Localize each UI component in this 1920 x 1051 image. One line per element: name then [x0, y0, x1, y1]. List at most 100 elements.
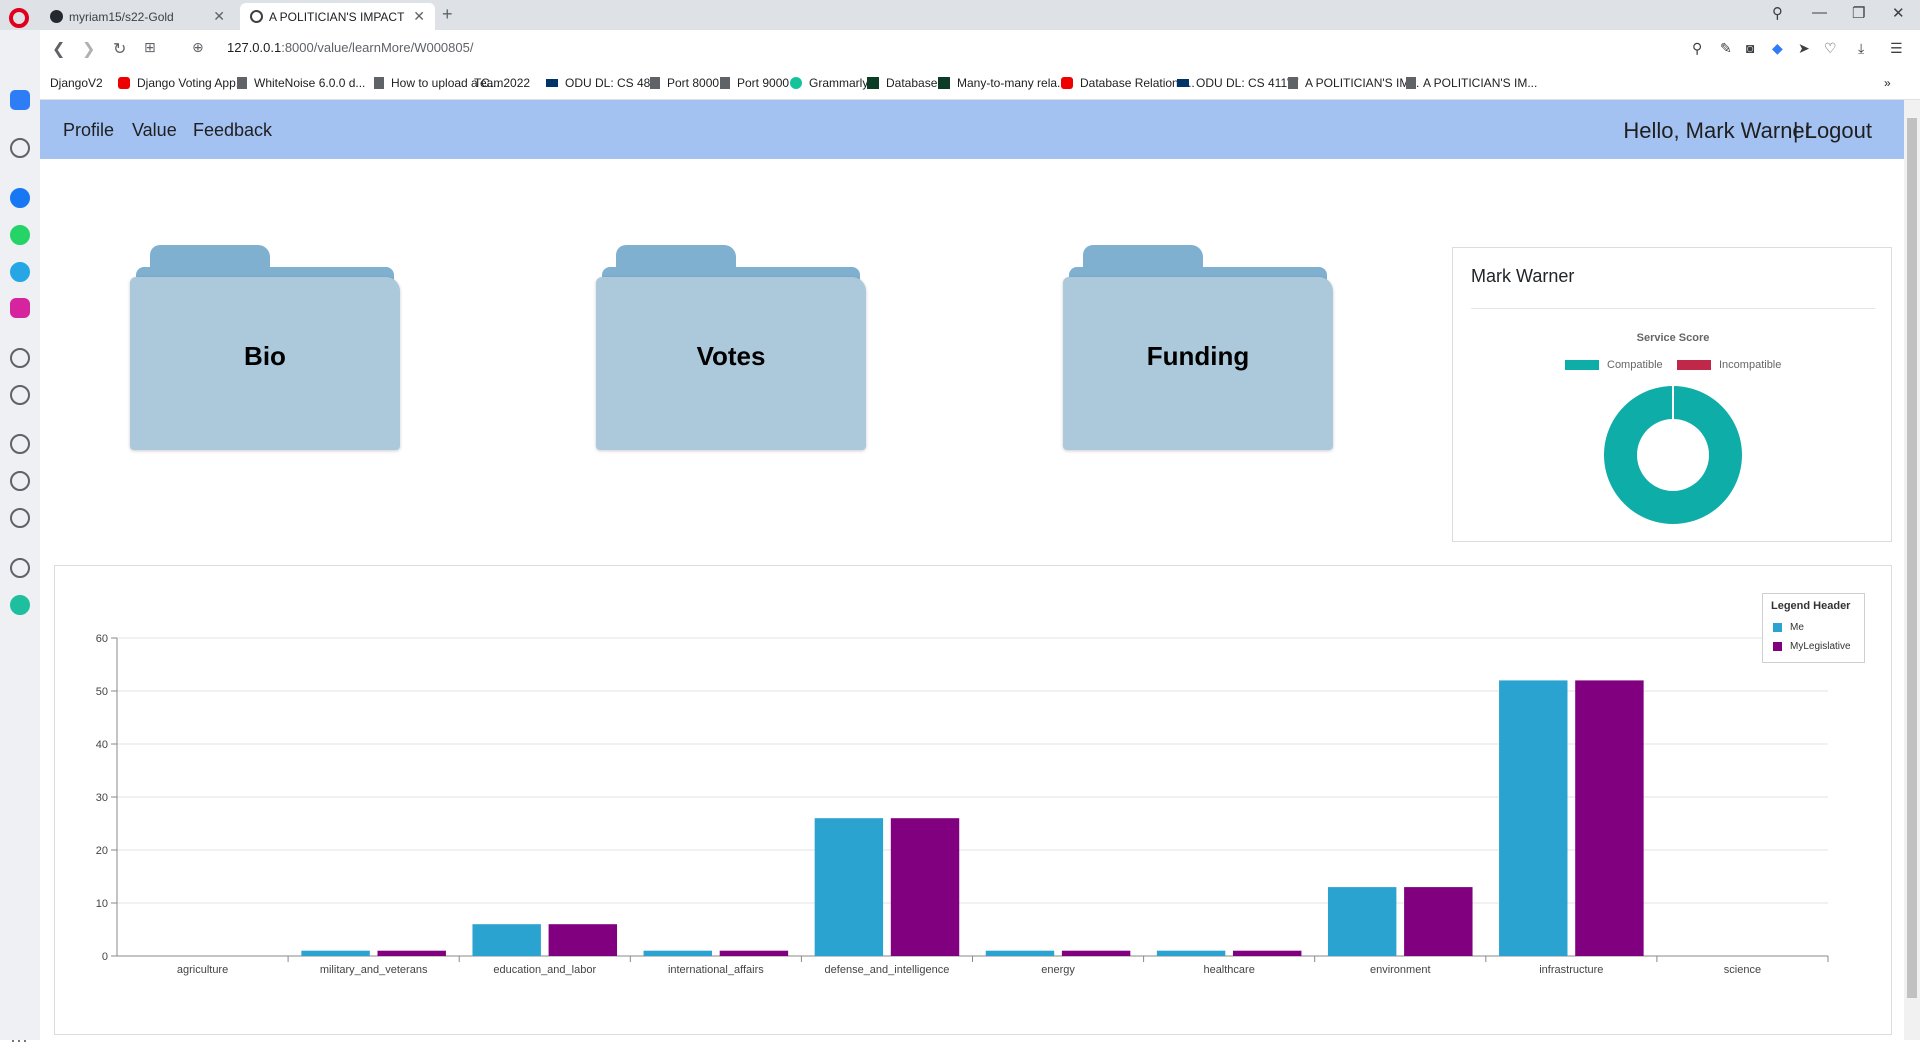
messenger-icon[interactable]: [10, 188, 30, 208]
bar-me-international_affairs[interactable]: [643, 950, 713, 956]
bar-mylegislative-infrastructure[interactable]: [1575, 680, 1644, 956]
bookmark-item[interactable]: Database Relations...: [1061, 76, 1195, 90]
bar-me-environment[interactable]: [1327, 887, 1397, 956]
x-tick-label: infrastructure: [1539, 964, 1603, 976]
doc-icon: [1406, 77, 1416, 89]
telegram-icon[interactable]: [10, 262, 30, 282]
forward-icon[interactable]: ❯: [82, 39, 95, 59]
bookmark-item[interactable]: Port 9000: [720, 76, 789, 90]
camera-icon[interactable]: ◙: [1746, 40, 1754, 56]
bookmark-item[interactable]: A POLITICIAN'S IM...: [1288, 76, 1419, 90]
legend-item-me[interactable]: Me: [1773, 622, 1804, 633]
legend-label: MyLegislative: [1790, 641, 1851, 652]
back-icon[interactable]: ❮: [52, 39, 65, 59]
browser-tab-github[interactable]: myriam15/s22-Gold ✕: [40, 3, 235, 30]
bar-me-defense_and_intelligence[interactable]: [814, 818, 884, 956]
close-tab-icon[interactable]: ✕: [213, 8, 225, 25]
browser-tab-active[interactable]: A POLITICIAN'S IMPACT ✕: [240, 3, 435, 30]
bookmark-item[interactable]: WhiteNoise 6.0.0 d...: [237, 76, 365, 90]
bookmark-item[interactable]: Port 8000: [650, 76, 719, 90]
votes-folder[interactable]: Votes: [596, 245, 866, 450]
bookmark-item[interactable]: DjangoV2: [50, 76, 103, 233]
bar-mylegislative-military_and_veterans[interactable]: [377, 950, 446, 956]
whatsapp-icon[interactable]: [10, 225, 30, 245]
url-host: 127.0.0.1: [227, 40, 282, 55]
heart-icon[interactable]: [10, 434, 30, 454]
bar-me-military_and_veterans[interactable]: [301, 950, 370, 956]
service-score-card: Mark Warner Service Score Compatible Inc…: [1452, 247, 1892, 542]
bookmark-item[interactable]: ODU DL: CS 480: [546, 76, 657, 90]
scrollbar-thumb[interactable]: [1907, 118, 1917, 998]
bookmark-item[interactable]: Many-to-many rela...: [938, 76, 1067, 90]
bar-mylegislative-education_and_labor[interactable]: [548, 924, 618, 956]
folder-label: Votes: [696, 341, 766, 371]
opera-logo-icon[interactable]: [9, 8, 29, 28]
tab-title: myriam15/s22-Gold: [69, 9, 174, 24]
search-icon[interactable]: ⚲: [1692, 40, 1702, 57]
legend-incompatible[interactable]: Incompatible: [1677, 359, 1781, 371]
legend-label: Compatible: [1607, 359, 1663, 371]
search-tabs-icon[interactable]: ⚲: [1772, 4, 1783, 22]
bar-me-energy[interactable]: [985, 950, 1055, 956]
bookmark-label: ODU DL: CS 480: [565, 76, 658, 90]
y-tick-label: 0: [102, 951, 108, 963]
minimize-icon[interactable]: —: [1812, 4, 1827, 21]
instagram-icon[interactable]: [10, 298, 30, 318]
url-field[interactable]: 127.0.0.1:8000/value/learnMore/W000805/: [227, 40, 473, 55]
yt-icon: [1061, 77, 1073, 89]
bookmark-item[interactable]: Django Voting App...: [118, 76, 246, 90]
legend-swatch: [1773, 642, 1782, 651]
bar-me-healthcare[interactable]: [1156, 950, 1226, 956]
browser-sidebar: ···: [0, 30, 40, 1050]
send-icon[interactable]: [10, 385, 30, 405]
logout-link[interactable]: | Logout: [1793, 118, 1872, 144]
nav-feedback-link[interactable]: Feedback: [193, 120, 272, 141]
close-window-icon[interactable]: ✕: [1892, 4, 1905, 22]
bar-mylegislative-defense_and_intelligence[interactable]: [890, 818, 960, 956]
edit-icon[interactable]: ✎: [1720, 40, 1732, 57]
bar-me-infrastructure[interactable]: [1499, 680, 1568, 956]
bar-mylegislative-international_affairs[interactable]: [719, 950, 789, 956]
page-scrollbar[interactable]: [1904, 100, 1920, 1040]
legend-label: Me: [1790, 622, 1804, 633]
bookmark-label: A POLITICIAN'S IM...: [1305, 76, 1420, 90]
download-icon[interactable]: ⤓: [1858, 40, 1864, 57]
bulb-icon[interactable]: [10, 558, 30, 578]
shield-icon[interactable]: ◆: [1772, 40, 1783, 57]
nav-value-link[interactable]: Value: [132, 120, 177, 141]
nav-profile-link[interactable]: Profile: [63, 120, 114, 141]
bar-mylegislative-energy[interactable]: [1061, 950, 1131, 956]
funding-folder[interactable]: Funding: [1063, 245, 1333, 450]
send-icon[interactable]: ➤: [1798, 40, 1810, 57]
speed-dial-icon[interactable]: ⊞: [144, 39, 156, 56]
legend-item-mylegislative[interactable]: MyLegislative: [1773, 641, 1851, 652]
heart-icon[interactable]: ♡: [1824, 40, 1837, 57]
settings-icon[interactable]: [10, 508, 30, 528]
restore-icon[interactable]: ❐: [1852, 4, 1865, 22]
history-icon[interactable]: [10, 471, 30, 491]
site-info-icon[interactable]: ⊕: [192, 39, 204, 56]
bookmark-item[interactable]: Database: [867, 76, 937, 90]
reload-icon[interactable]: ↻: [113, 39, 126, 59]
bar-mylegislative-healthcare[interactable]: [1232, 950, 1302, 956]
bio-folder[interactable]: Bio: [130, 245, 400, 450]
bar-me-education_and_labor[interactable]: [472, 924, 541, 956]
home-icon[interactable]: [10, 90, 30, 110]
legend-swatch: [1565, 360, 1599, 370]
menu-icon[interactable]: ☰: [1890, 40, 1903, 57]
legend-compatible[interactable]: Compatible: [1565, 359, 1663, 371]
more-bookmarks-icon[interactable]: »: [1884, 76, 1891, 90]
more-icon[interactable]: ···: [10, 1030, 28, 1051]
star-icon[interactable]: [10, 138, 30, 158]
site-navbar: Profile Value Feedback Hello, Mark Warne…: [40, 100, 1904, 159]
bookmark-item[interactable]: A POLITICIAN'S IM...: [1406, 76, 1537, 90]
bookmark-item[interactable]: Team2022: [474, 76, 530, 233]
close-tab-icon[interactable]: ✕: [413, 8, 425, 25]
bookmark-item[interactable]: Grammarly: [790, 76, 868, 90]
player-icon[interactable]: [10, 348, 30, 368]
new-tab-button[interactable]: +: [442, 4, 453, 25]
aria-icon[interactable]: [10, 595, 30, 615]
service-score-donut: [1604, 386, 1742, 524]
bookmark-item[interactable]: ODU DL: CS 411W: [1177, 76, 1298, 90]
bar-mylegislative-environment[interactable]: [1404, 887, 1473, 956]
